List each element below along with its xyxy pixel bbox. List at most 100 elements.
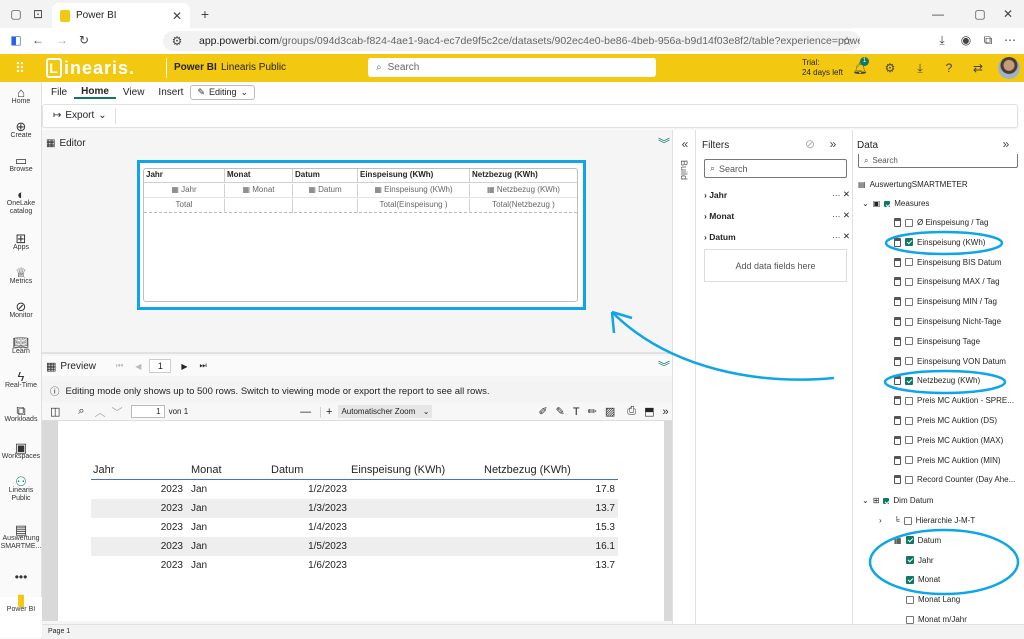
build-tab[interactable]: Build: [679, 160, 689, 180]
visual-header-datum[interactable]: Datum: [293, 169, 358, 183]
more-tools-icon[interactable]: »: [662, 406, 668, 418]
text-icon[interactable]: T: [573, 406, 580, 418]
collapse-preview-icon[interactable]: ︾: [657, 359, 671, 374]
dim-field-item[interactable]: Monat Lang: [894, 595, 1018, 604]
app-launcher-icon[interactable]: ⠿: [12, 60, 28, 76]
find-icon[interactable]: ⌕: [78, 405, 84, 418]
workspace-name[interactable]: Linearis Public: [221, 62, 286, 73]
browser-tab[interactable]: Power BI ✕: [52, 3, 190, 28]
menu-home[interactable]: Home: [74, 86, 116, 99]
sidebar-toggle-icon[interactable]: ◧: [8, 32, 24, 48]
window-menu-icon[interactable]: ▢: [8, 6, 24, 22]
add-data-fields-dropzone[interactable]: Add data fields here: [704, 249, 847, 282]
measure-item[interactable]: Einspeisung BIS Datum: [894, 257, 1018, 267]
minimize-icon[interactable]: —: [930, 6, 946, 22]
checkbox[interactable]: [905, 297, 913, 306]
checkbox[interactable]: [906, 556, 914, 565]
rail-workspaces[interactable]: ▣ Workspaces: [0, 441, 42, 461]
zoom-in-icon[interactable]: +: [326, 406, 332, 418]
save-icon[interactable]: ⬒: [644, 405, 654, 418]
measure-item[interactable]: Preis MC Auktion (DS): [894, 416, 1018, 425]
dim-field-item[interactable]: Monat m/Jahr: [894, 615, 1018, 624]
checkbox[interactable]: [905, 456, 913, 465]
preview-page-input[interactable]: 1: [149, 359, 172, 373]
rail-metrics[interactable]: ♕ Metrics: [0, 266, 42, 286]
dim-datum-group[interactable]: ⌄ ⊞ Dim Datum: [862, 496, 933, 505]
expand-right-icon[interactable]: »: [1000, 137, 1012, 151]
highlight-icon[interactable]: ✐: [538, 405, 547, 418]
expand-right-icon[interactable]: »: [827, 137, 839, 151]
rail-monitor[interactable]: ⊘ Monitor: [0, 300, 42, 320]
rail-home[interactable]: ⌂ Home: [0, 86, 42, 106]
visual-header-netzbezug[interactable]: Netzbezug (KWh): [470, 169, 577, 183]
close-tab-icon[interactable]: ✕: [172, 9, 182, 23]
filters-search[interactable]: ⌕ Search: [704, 159, 847, 178]
address-bar[interactable]: app.powerbi.com/groups/094d3cab-f824-4ae…: [163, 31, 860, 51]
checkbox[interactable]: [905, 238, 913, 247]
rail-apps[interactable]: ⊞ Apps: [0, 232, 42, 252]
maximize-icon[interactable]: ▢: [972, 6, 988, 22]
forward-icon[interactable]: →: [54, 32, 70, 48]
dim-field-item[interactable]: ▦ Datum: [894, 536, 1018, 545]
hide-icon[interactable]: ⊘: [804, 137, 816, 151]
back-icon[interactable]: ←: [30, 32, 46, 48]
filter-card-monat[interactable]: › Monat ··· ✕: [704, 210, 850, 221]
measure-item[interactable]: Record Counter (Day Ahe...: [894, 475, 1018, 485]
close-window-icon[interactable]: ✕: [1000, 6, 1016, 22]
bookmark-star-icon[interactable]: ☆: [840, 33, 854, 49]
checkbox[interactable]: [905, 258, 913, 267]
expand-hierarchy-icon[interactable]: ›: [879, 516, 882, 525]
visual-header-monat[interactable]: Monat: [225, 169, 293, 183]
more-menu-icon[interactable]: ⋯: [1002, 32, 1018, 48]
filter-card-jahr[interactable]: › Jahr ··· ✕: [704, 189, 850, 200]
checkbox[interactable]: [905, 218, 913, 227]
table-visual[interactable]: Jahr Monat Datum Einspeisung (KWh) Netzb…: [137, 160, 586, 310]
rail-linearis-public[interactable]: ⚇ Linearis Public: [0, 475, 42, 503]
sidebar-toggle-icon[interactable]: ◫: [50, 405, 60, 418]
global-search[interactable]: ⌕ Search: [368, 58, 656, 77]
checkbox[interactable]: [905, 396, 913, 405]
app-name[interactable]: Power BI: [174, 62, 217, 73]
rail-learn[interactable]: 📖︎ Learn: [0, 336, 42, 356]
checkbox[interactable]: [905, 436, 913, 445]
close-icon[interactable]: ✕: [843, 231, 850, 242]
zoom-out-icon[interactable]: —: [300, 406, 311, 418]
measure-item[interactable]: Einspeisung Tage: [894, 336, 1018, 346]
checkbox[interactable]: [905, 416, 913, 425]
rail-workloads[interactable]: ⧉ Workloads: [0, 404, 42, 424]
menu-file[interactable]: File: [44, 87, 74, 98]
pdf-page-input[interactable]: 1: [130, 405, 165, 418]
profile-icon[interactable]: ◉: [958, 32, 974, 48]
trial-info[interactable]: Trial: 24 days left: [802, 58, 843, 78]
measure-item[interactable]: Preis MC Auktion (MIN): [894, 455, 1018, 465]
menu-insert[interactable]: Insert: [151, 87, 190, 98]
last-page-icon[interactable]: ⏭: [200, 361, 207, 371]
checkbox[interactable]: [905, 376, 913, 385]
rail-realtime[interactable]: ϟ Real-Time: [0, 370, 42, 390]
up-icon[interactable]: ︿: [95, 404, 106, 420]
rail-browse[interactable]: ▭ Browse: [0, 154, 42, 174]
rail-more[interactable]: •••: [0, 571, 42, 583]
collapse-left-icon[interactable]: «: [680, 137, 690, 151]
site-info-icon[interactable]: ⚙: [170, 33, 184, 49]
checkbox[interactable]: [906, 595, 914, 604]
measure-item[interactable]: Einspeisung MIN / Tag: [894, 297, 1018, 307]
close-icon[interactable]: ✕: [843, 189, 850, 200]
more-icon[interactable]: ···: [832, 190, 843, 200]
dim-field-item[interactable]: Jahr: [894, 556, 1018, 565]
rail-create[interactable]: ⊕ Create: [0, 120, 42, 140]
tab-actions-icon[interactable]: ⊡: [30, 6, 46, 22]
visual-header-jahr[interactable]: Jahr: [144, 169, 225, 183]
checkbox[interactable]: [905, 536, 914, 545]
measure-item[interactable]: Preis MC Auktion - SPRE...: [894, 396, 1018, 406]
prev-page-icon[interactable]: ◀: [135, 362, 141, 371]
measure-item[interactable]: Preis MC Auktion (MAX): [894, 435, 1018, 445]
dim-field-item[interactable]: Monat: [894, 575, 1018, 584]
menu-view[interactable]: View: [116, 87, 152, 98]
downloads-icon[interactable]: ⤓: [934, 32, 950, 48]
checkbox[interactable]: [905, 317, 913, 326]
first-page-icon[interactable]: ⏮: [116, 361, 123, 371]
checkbox[interactable]: [905, 337, 913, 346]
dataset-node[interactable]: ▤ AuswertungSMARTMETER: [858, 180, 968, 189]
page-label[interactable]: Page 1: [48, 628, 70, 635]
